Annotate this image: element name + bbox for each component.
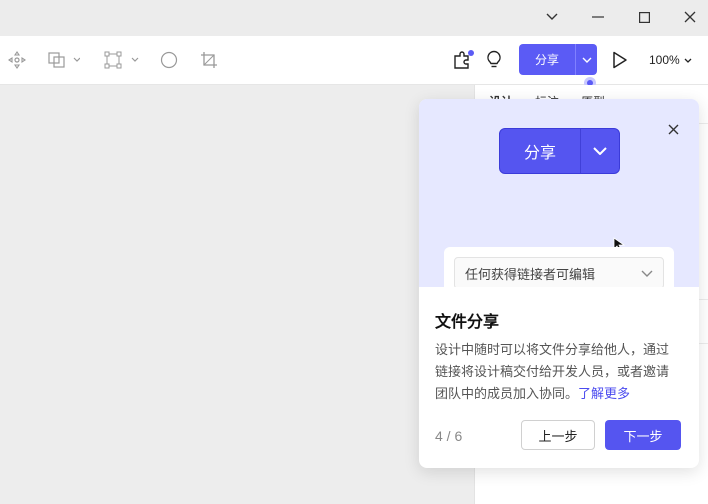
crop-icon[interactable] xyxy=(200,48,218,72)
onboarding-illustration: 分享 任何获得链接者可编辑 xyxy=(419,99,699,287)
chevron-down-icon[interactable] xyxy=(540,6,564,28)
previous-step-button[interactable]: 上一步 xyxy=(521,420,595,450)
learn-more-link[interactable]: 了解更多 xyxy=(578,386,630,401)
move-icon[interactable] xyxy=(8,48,26,72)
zoom-dropdown[interactable]: 100% xyxy=(649,48,692,72)
close-icon[interactable] xyxy=(664,120,682,138)
ellipse-icon[interactable] xyxy=(160,48,178,72)
onboarding-description: 设计中随时可以将文件分享给他人，通过链接将设计稿交付给开发人员，或者邀请团队中的… xyxy=(435,339,681,405)
minimize-icon[interactable] xyxy=(586,6,610,28)
onboarding-popover: 分享 任何获得链接者可编辑 文件分享 设计中随时可以将文件分享给他人，通过链接将… xyxy=(419,99,699,468)
shape-icon[interactable] xyxy=(48,48,80,72)
close-icon[interactable] xyxy=(678,6,702,28)
onboarding-description-text: 设计中随时可以将文件分享给他人，通过链接将设计稿交付给开发人员，或者邀请团队中的… xyxy=(435,342,670,401)
share-button[interactable]: 分享 xyxy=(519,44,597,75)
play-icon[interactable] xyxy=(612,48,628,72)
plugin-icon[interactable] xyxy=(452,48,474,72)
toolbar xyxy=(0,36,708,85)
chevron-down-icon xyxy=(684,58,692,63)
illustration-permission-select: 任何获得链接者可编辑 xyxy=(454,257,664,287)
onboarding-title: 文件分享 xyxy=(435,314,500,331)
chevron-down-icon[interactable] xyxy=(576,44,597,75)
chevron-down-icon xyxy=(581,129,619,173)
illustration-share-button: 分享 xyxy=(499,128,620,174)
zoom-level: 100% xyxy=(649,53,680,67)
maximize-icon[interactable] xyxy=(632,6,656,28)
share-button-label[interactable]: 分享 xyxy=(519,44,576,75)
illustration-share-label: 分享 xyxy=(500,129,581,173)
illustration-permission-value: 任何获得链接者可编辑 xyxy=(465,266,596,282)
step-indicator: 4 / 6 xyxy=(435,428,463,444)
chevron-down-icon xyxy=(641,270,653,277)
design-canvas[interactable] xyxy=(0,85,474,504)
next-step-button[interactable]: 下一步 xyxy=(605,420,681,450)
lightbulb-icon[interactable] xyxy=(486,48,502,72)
illustration-permission-card: 任何获得链接者可编辑 xyxy=(444,247,674,287)
vector-icon[interactable] xyxy=(104,48,140,72)
window-titlebar xyxy=(0,0,708,36)
